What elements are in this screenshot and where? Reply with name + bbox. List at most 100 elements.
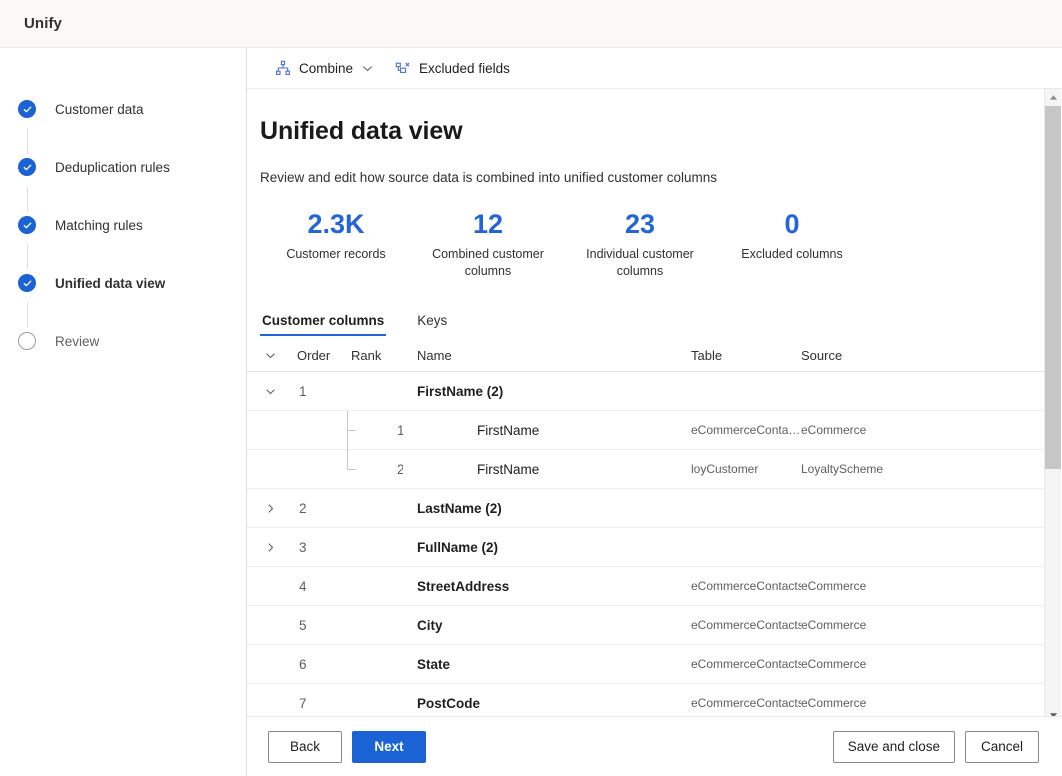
cell-source: LoyaltyScheme bbox=[801, 462, 971, 476]
cell-order: 5 bbox=[293, 618, 349, 633]
stat-caption: Combined customer columns bbox=[412, 246, 564, 280]
table-row[interactable]: 6StateeCommerceContactseCommerce bbox=[247, 645, 1045, 684]
chevron-right-icon[interactable] bbox=[259, 536, 281, 558]
table-row[interactable]: 1FirstName (2) bbox=[247, 372, 1045, 411]
chevron-down-icon[interactable] bbox=[259, 344, 281, 366]
cell-rank: 1 bbox=[349, 423, 403, 438]
main-panel: Combine Excluded fields bbox=[247, 48, 1062, 776]
chevron-down-icon[interactable] bbox=[362, 63, 373, 74]
tree-guide-tick bbox=[347, 469, 356, 470]
wizard-step-list: Customer data Deduplication rules Matching… bbox=[0, 94, 246, 356]
cell-source: eCommerce bbox=[801, 618, 971, 632]
row-expand-toggle[interactable] bbox=[247, 380, 293, 402]
tab-label: Customer columns bbox=[262, 313, 384, 328]
cell-name: FirstName bbox=[403, 423, 691, 438]
back-button[interactable]: Back bbox=[268, 731, 342, 763]
table-row[interactable]: 1FirstNameeCommerceConta…eCommerce bbox=[247, 411, 1045, 450]
tab-label: Keys bbox=[417, 313, 447, 328]
tab-customer-columns[interactable]: Customer columns bbox=[260, 313, 386, 336]
stat-card: 2.3K Customer records bbox=[260, 209, 412, 280]
cell-order: 3 bbox=[293, 540, 349, 555]
column-header-order[interactable]: Order bbox=[293, 348, 349, 363]
step-complete-check-icon bbox=[18, 274, 36, 292]
wizard-step-matching-rules[interactable]: Matching rules bbox=[0, 210, 246, 240]
tab-list: Customer columns Keys bbox=[260, 302, 1045, 336]
row-expand-toggle[interactable] bbox=[247, 497, 293, 519]
cell-name: StreetAddress bbox=[403, 579, 691, 594]
stat-value: 23 bbox=[564, 209, 716, 239]
wizard-step-label: Review bbox=[55, 334, 99, 349]
cell-rank: 2 bbox=[349, 462, 403, 477]
vertical-scrollbar[interactable] bbox=[1044, 89, 1061, 724]
step-complete-check-icon bbox=[18, 100, 36, 118]
tab-keys[interactable]: Keys bbox=[415, 313, 449, 336]
column-header-rank[interactable]: Rank bbox=[349, 348, 403, 363]
row-expand-toggle[interactable] bbox=[247, 536, 293, 558]
cell-name: FirstName bbox=[403, 462, 691, 477]
next-button[interactable]: Next bbox=[352, 731, 426, 763]
cell-order: 4 bbox=[293, 579, 349, 594]
app-title: Unify bbox=[24, 15, 62, 32]
stat-value: 12 bbox=[412, 209, 564, 239]
wizard-step-customer-data[interactable]: Customer data bbox=[0, 94, 246, 124]
cell-name: LastName (2) bbox=[403, 501, 691, 516]
wizard-rail: Customer data Deduplication rules Matching… bbox=[0, 48, 247, 776]
excluded-fields-button[interactable]: Excluded fields bbox=[389, 53, 516, 83]
wizard-connector bbox=[27, 302, 29, 328]
stats-summary: 2.3K Customer records12 Combined customer … bbox=[260, 209, 1045, 280]
cell-order: 6 bbox=[293, 657, 349, 672]
combine-button[interactable]: Combine bbox=[269, 53, 379, 83]
wizard-step-label: Unified data view bbox=[55, 276, 165, 291]
cell-name: State bbox=[403, 657, 691, 672]
cell-table: loyCustomer bbox=[691, 462, 801, 476]
table-row[interactable]: 5CityeCommerceContactseCommerce bbox=[247, 606, 1045, 645]
table-row[interactable]: 4 StreetAddresseCommerceContactseCommerce bbox=[247, 567, 1045, 606]
wizard-step-review[interactable]: Review bbox=[0, 326, 246, 356]
chevron-right-icon[interactable] bbox=[259, 497, 281, 519]
wizard-step-unified-data-view[interactable]: Unified data view bbox=[0, 268, 246, 298]
stat-caption: Customer records bbox=[260, 246, 412, 263]
cell-table: eCommerceContacts bbox=[691, 696, 801, 710]
column-header-table[interactable]: Table bbox=[691, 348, 801, 363]
scroll-up-arrow-icon[interactable] bbox=[1045, 89, 1062, 106]
app-header: Unify bbox=[0, 0, 1062, 48]
excluded-fields-label: Excluded fields bbox=[419, 61, 510, 76]
cell-order: 2 bbox=[293, 501, 349, 516]
page-subtitle: Review and edit how source data is combi… bbox=[260, 170, 1045, 185]
cell-table: eCommerceContacts bbox=[691, 579, 801, 593]
step-empty-circle-icon bbox=[18, 332, 36, 350]
tree-guide-line bbox=[347, 450, 348, 470]
page-title: Unified data view bbox=[260, 117, 1045, 146]
chevron-down-icon[interactable] bbox=[259, 380, 281, 402]
cell-source: eCommerce bbox=[801, 657, 971, 671]
stat-value: 2.3K bbox=[260, 209, 412, 239]
stat-value: 0 bbox=[716, 209, 868, 239]
column-header-source[interactable]: Source bbox=[801, 348, 971, 363]
wizard-step-label: Customer data bbox=[55, 102, 144, 117]
wizard-connector bbox=[27, 244, 29, 270]
stat-caption: Excluded columns bbox=[716, 246, 868, 263]
stat-card: 23 Individual customer columns bbox=[564, 209, 716, 280]
table-header-row: OrderRankNameTableSource bbox=[247, 339, 1045, 372]
command-bar: Combine Excluded fields bbox=[247, 48, 1062, 89]
save-and-close-button[interactable]: Save and close bbox=[833, 731, 955, 763]
table-row[interactable]: 3FullName (2) bbox=[247, 528, 1045, 567]
stat-card: 12 Combined customer columns bbox=[412, 209, 564, 280]
stat-caption: Individual customer columns bbox=[564, 246, 716, 280]
wizard-step-deduplication-rules[interactable]: Deduplication rules bbox=[0, 152, 246, 182]
cell-source: eCommerce bbox=[801, 696, 971, 710]
table-row[interactable]: 2 LastName (2) bbox=[247, 489, 1045, 528]
stat-card: 0 Excluded columns bbox=[716, 209, 868, 280]
expand-all-toggle[interactable] bbox=[247, 344, 293, 366]
column-header-name[interactable]: Name bbox=[403, 348, 691, 363]
combine-icon bbox=[275, 60, 291, 76]
content-scroll-host: Unified data view Review and edit how so… bbox=[247, 89, 1062, 724]
excluded-fields-icon bbox=[395, 60, 411, 76]
cell-source: eCommerce bbox=[801, 579, 971, 593]
content-scroll-area: Unified data view Review and edit how so… bbox=[247, 89, 1045, 724]
cell-order: 7 bbox=[293, 696, 349, 711]
table-row[interactable]: 2FirstNameloyCustomerLoyaltyScheme bbox=[247, 450, 1045, 489]
cancel-button[interactable]: Cancel bbox=[965, 731, 1039, 763]
scrollbar-thumb[interactable] bbox=[1045, 106, 1062, 469]
cell-table: eCommerceContacts bbox=[691, 618, 801, 632]
